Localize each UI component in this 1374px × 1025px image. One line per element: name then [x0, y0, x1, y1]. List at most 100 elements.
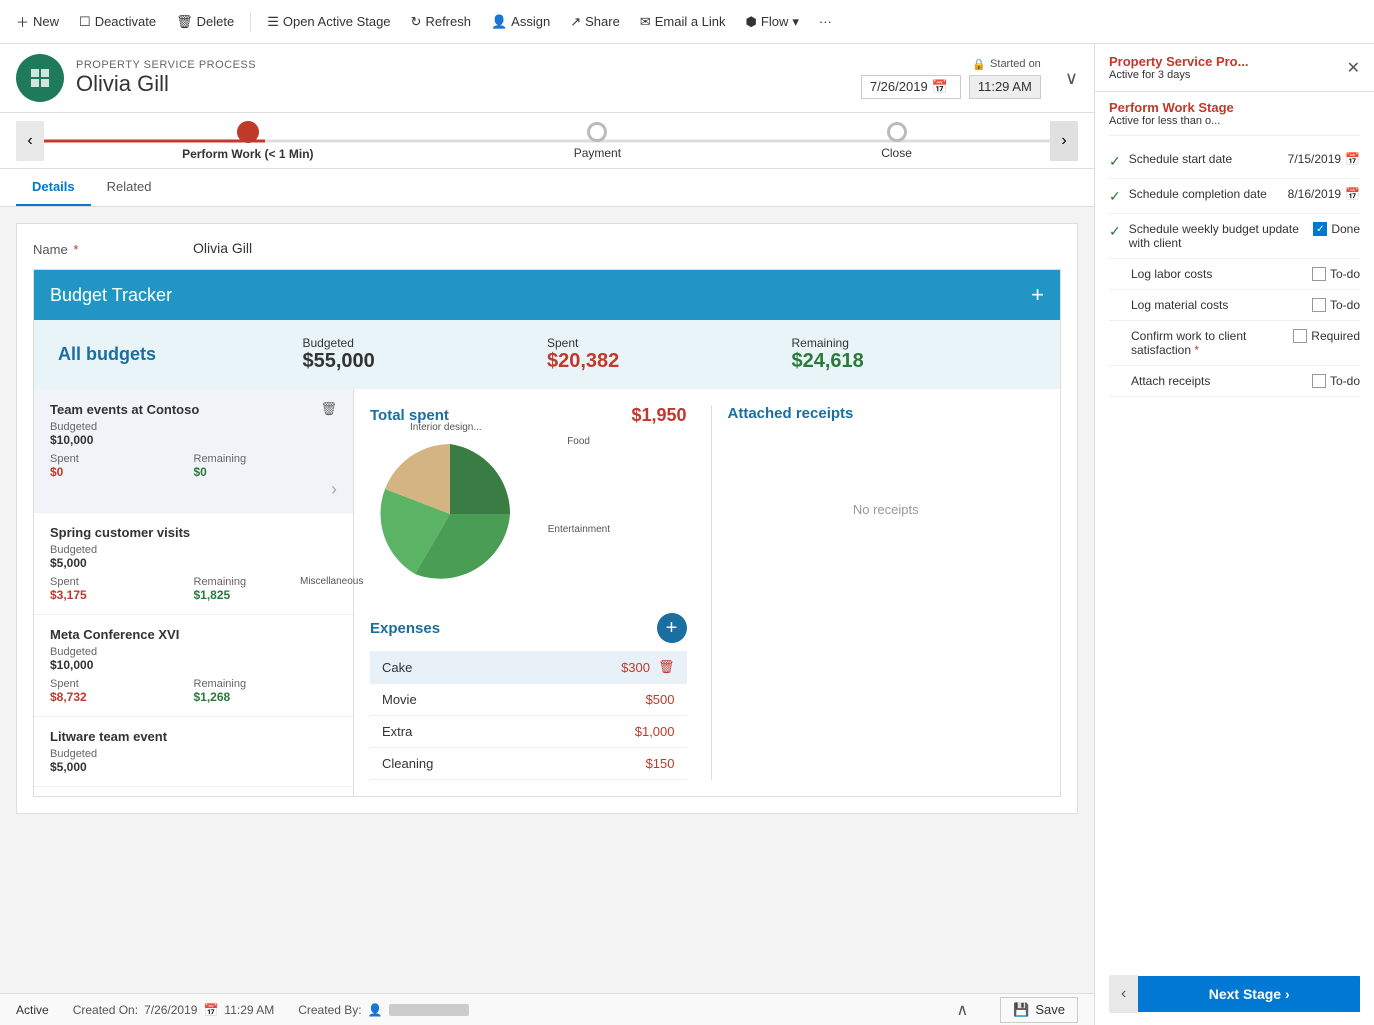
list-item[interactable]: Team events at Contoso 🗑 Budgeted $10,00… — [34, 389, 353, 513]
checkbox-todo-6[interactable] — [1312, 374, 1326, 388]
stage-back-button[interactable]: ‹ — [1109, 975, 1138, 1013]
list-item[interactable]: Litware team event Budgeted $5,000 — [34, 717, 353, 787]
expand-button[interactable]: ∧ — [948, 996, 976, 1024]
more-button[interactable]: ··· — [811, 10, 840, 33]
sidebar-close-button[interactable]: ✕ — [1347, 58, 1360, 78]
name-value[interactable]: Olivia Gill — [193, 240, 252, 256]
pie-label-entertainment: Entertainment — [548, 524, 610, 535]
remaining-value: $24,618 — [792, 350, 1037, 373]
stages-nodes: Perform Work (< 1 Min) Payment Close — [52, 121, 1042, 161]
assign-icon: 👤 — [491, 14, 507, 30]
record-header: PROPERTY SERVICE PROCESS Olivia Gill 🔒 S… — [0, 44, 1094, 113]
expense-row[interactable]: Extra $1,000 — [370, 716, 687, 748]
record-name: Olivia Gill — [76, 71, 849, 97]
stage-next-button[interactable]: › — [1050, 121, 1078, 161]
deactivate-button[interactable]: ☐ Deactivate — [71, 10, 164, 34]
header-collapse-button[interactable]: ∨ — [1065, 68, 1078, 89]
required-star: * — [1194, 343, 1199, 357]
stage-perform-work-label: Perform Work (< 1 Min) — [182, 147, 313, 161]
expense-delete-0[interactable]: 🗑 — [658, 659, 675, 675]
all-budgets-label: All budgets — [58, 344, 303, 365]
budget-item-name-0: Team events at Contoso — [50, 402, 199, 417]
right-sidebar: Property Service Pro... Active for 3 day… — [1094, 44, 1374, 1025]
budget-right-panel: Total spent $1,950 — [354, 389, 1060, 796]
tab-related[interactable]: Related — [91, 169, 168, 206]
new-icon: ＋ — [16, 12, 29, 31]
save-button[interactable]: 💾 Save — [1000, 997, 1078, 1023]
flow-button[interactable]: ⬢ Flow ▾ — [738, 10, 807, 34]
name-label: Name * — [33, 240, 193, 257]
content-area: PROPERTY SERVICE PROCESS Olivia Gill 🔒 S… — [0, 44, 1094, 1025]
refresh-icon: ↻ — [411, 14, 422, 30]
field-row-name: Name * Olivia Gill — [33, 240, 1061, 257]
new-button[interactable]: ＋ New — [8, 8, 67, 35]
check-icon-2: ✓ — [1109, 223, 1121, 240]
record-date-section: 🔒 Started on 7/26/2019 📅 11:29 AM — [861, 58, 1041, 99]
checkbox-done-2[interactable]: ✓ — [1313, 222, 1327, 236]
expense-amount-3: $150 — [646, 756, 675, 771]
checkbox-required-5[interactable] — [1293, 329, 1307, 343]
expense-name-2: Extra — [382, 724, 412, 739]
sidebar-process-title[interactable]: Property Service Pro... — [1109, 54, 1248, 69]
expenses-label: Expenses — [370, 620, 440, 637]
stage-prev-button[interactable]: ‹ — [16, 121, 44, 161]
list-item[interactable]: Meta Conference XVI Budgeted $10,000 Spe… — [34, 615, 353, 717]
pie-chart-container: Food Entertainment Miscellaneous Interio… — [370, 434, 530, 597]
sidebar-checklist: ✓ Schedule start date 7/15/2019 📅 ✓ Sche… — [1095, 136, 1374, 963]
budget-title: Budget Tracker — [50, 285, 172, 306]
next-stage-container: ‹ Next Stage › — [1109, 975, 1360, 1013]
refresh-button[interactable]: ↻ Refresh — [403, 10, 479, 34]
expense-row[interactable]: Movie $500 — [370, 684, 687, 716]
receipts-section: Attached receipts No receipts — [711, 405, 1045, 780]
assign-button[interactable]: 👤 Assign — [483, 10, 558, 34]
name-required-star: * — [73, 242, 78, 257]
stage-payment[interactable]: Payment — [574, 122, 621, 160]
delete-button[interactable]: 🗑 Delete — [168, 10, 242, 34]
stage-circle-payment — [587, 122, 607, 142]
budget-stat-remaining: Remaining $24,618 — [792, 336, 1037, 373]
stage-circle-active — [237, 121, 259, 143]
form-section-name: Name * Olivia Gill Budget Tracker + All … — [16, 223, 1078, 814]
tab-details[interactable]: Details — [16, 169, 91, 206]
next-stage-chevron-icon: › — [1285, 986, 1290, 1002]
status-created-by: Created By: 👤 — [298, 1003, 468, 1017]
checkbox-todo-4[interactable] — [1312, 298, 1326, 312]
share-icon: ↗ — [570, 14, 581, 30]
main-layout: PROPERTY SERVICE PROCESS Olivia Gill 🔒 S… — [0, 44, 1374, 1025]
user-icon: 👤 — [368, 1003, 383, 1017]
next-stage-button[interactable]: Next Stage › — [1138, 976, 1360, 1012]
budget-add-button[interactable]: + — [1031, 282, 1044, 308]
tabs-bar: Details Related — [0, 169, 1094, 207]
checkbox-todo-3[interactable] — [1312, 267, 1326, 281]
add-expense-button[interactable]: + — [657, 613, 687, 643]
open-active-stage-button[interactable]: ☰ Open Active Stage — [259, 10, 398, 34]
expense-amount-0: $300 🗑 — [621, 659, 674, 675]
pie-chart — [370, 434, 530, 594]
total-spent-value: $1,950 — [631, 405, 686, 426]
checklist-item: ✓ Schedule start date 7/15/2019 📅 — [1109, 144, 1360, 179]
checklist-item: Log material costs To-do — [1109, 290, 1360, 321]
email-a-link-button[interactable]: ✉ Email a Link — [632, 10, 734, 34]
expense-row[interactable]: Cleaning $150 — [370, 748, 687, 780]
list-item[interactable]: Spring customer visits Budgeted $5,000 S… — [34, 513, 353, 615]
delete-icon: 🗑 — [176, 14, 193, 30]
open-active-stage-icon: ☰ — [267, 14, 279, 30]
status-active: Active — [16, 1003, 49, 1017]
stage-perform-work[interactable]: Perform Work (< 1 Min) — [182, 121, 313, 161]
stage-bar: ‹ Perform Work (< 1 Min) Payment Clo — [0, 113, 1094, 169]
sidebar-process-status: Active for 3 days — [1109, 69, 1248, 81]
expense-row[interactable]: Cake $300 🗑 — [370, 651, 687, 684]
flow-icon: ⬢ — [746, 14, 757, 30]
budget-item-delete-0[interactable]: 🗑 — [320, 401, 337, 417]
budget-summary: All budgets Budgeted $55,000 Spent $20,3… — [34, 320, 1060, 389]
expense-name-1: Movie — [382, 692, 417, 707]
expenses-section: Expenses + Cake $300 🗑 — [370, 613, 687, 780]
budget-list: Team events at Contoso 🗑 Budgeted $10,00… — [34, 389, 354, 796]
stage-close[interactable]: Close — [881, 122, 912, 160]
share-button[interactable]: ↗ Share — [562, 10, 628, 34]
pie-label-interior: Interior design... — [410, 422, 482, 433]
date-input[interactable]: 7/26/2019 📅 — [861, 75, 961, 99]
stage-payment-label: Payment — [574, 146, 621, 160]
expense-amount-1: $500 — [646, 692, 675, 707]
time-input[interactable]: 11:29 AM — [969, 75, 1041, 99]
